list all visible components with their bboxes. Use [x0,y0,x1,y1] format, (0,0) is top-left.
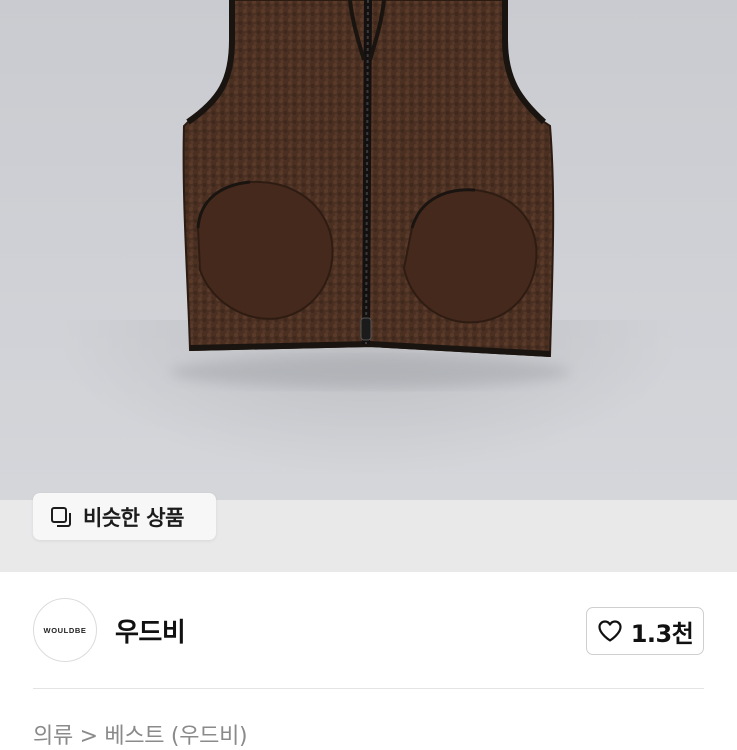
seller-name[interactable]: 우드비 [115,612,186,649]
like-button[interactable]: 1.3천 [586,607,704,655]
category-breadcrumb[interactable]: 의류 > 베스트 (우드비) [33,718,248,750]
similar-products-button[interactable]: 비슷한 상품 [33,493,216,540]
product-photo[interactable] [0,0,737,500]
seller-avatar[interactable]: WOULDBE [33,598,97,662]
heart-outline-icon [597,619,623,643]
seller-logo-text: WOULDBE [43,625,87,635]
section-divider [33,688,704,689]
copy-squares-icon [49,505,73,529]
like-count: 1.3천 [630,619,694,648]
similar-products-label: 비슷한 상품 [83,505,184,530]
fleece-vest-illustration [170,0,570,388]
seller-row: WOULDBE 우드비 1.3천 [0,572,737,687]
